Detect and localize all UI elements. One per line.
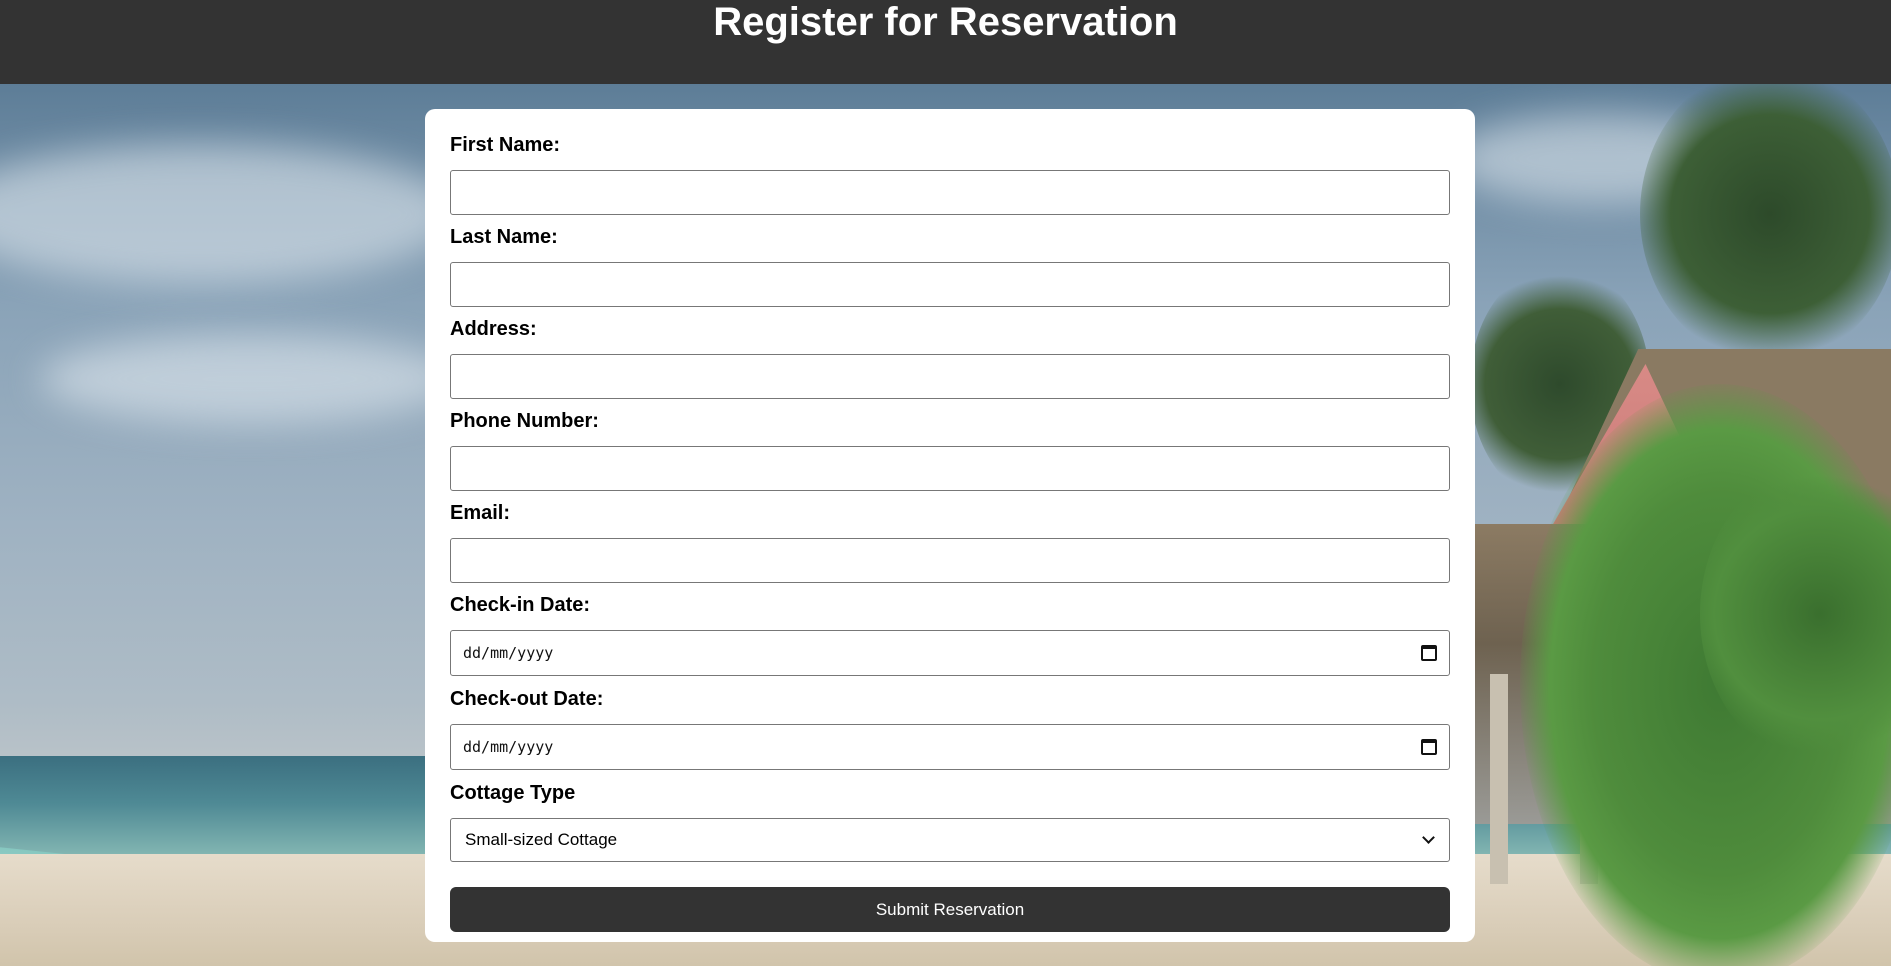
email-input[interactable] <box>450 538 1450 583</box>
last-name-label: Last Name: <box>450 226 558 248</box>
page-header: Register for Reservation <box>0 0 1891 84</box>
cottage-type-select[interactable]: Small-sized Cottage <box>450 818 1450 862</box>
cottage-type-label: Cottage Type <box>450 782 576 804</box>
phone-label: Phone Number: <box>450 410 599 432</box>
check-in-group: Check-in Date: dd/mm/yyyy <box>450 594 1450 688</box>
last-name-input[interactable] <box>450 262 1450 307</box>
phone-input[interactable] <box>450 446 1450 491</box>
address-group: Address: <box>450 318 1450 410</box>
reservation-form: First Name: Last Name: Address: Phone Nu… <box>425 109 1475 942</box>
first-name-input[interactable] <box>450 170 1450 215</box>
submit-reservation-button[interactable]: Submit Reservation <box>450 887 1450 932</box>
check-in-date-input[interactable]: dd/mm/yyyy <box>450 630 1450 676</box>
email-label: Email: <box>450 502 511 524</box>
check-out-label: Check-out Date: <box>450 688 604 710</box>
check-out-placeholder: dd/mm/yyyy <box>463 738 554 756</box>
email-group: Email: <box>450 502 1450 594</box>
address-label: Address: <box>450 318 537 340</box>
phone-group: Phone Number: <box>450 410 1450 502</box>
check-out-date-input[interactable]: dd/mm/yyyy <box>450 724 1450 770</box>
page-title: Register for Reservation <box>713 0 1178 44</box>
first-name-label: First Name: <box>450 134 561 156</box>
cottage-type-group: Cottage Type Small-sized Cottage <box>450 782 1450 887</box>
cottage-type-selected: Small-sized Cottage <box>465 830 618 849</box>
first-name-group: First Name: <box>450 134 1450 226</box>
calendar-icon[interactable] <box>1421 739 1437 755</box>
check-out-group: Check-out Date: dd/mm/yyyy <box>450 688 1450 782</box>
chevron-down-icon <box>1422 831 1435 844</box>
calendar-icon[interactable] <box>1421 645 1437 661</box>
last-name-group: Last Name: <box>450 226 1450 318</box>
check-in-placeholder: dd/mm/yyyy <box>463 644 554 662</box>
check-in-label: Check-in Date: <box>450 594 591 616</box>
address-input[interactable] <box>450 354 1450 399</box>
